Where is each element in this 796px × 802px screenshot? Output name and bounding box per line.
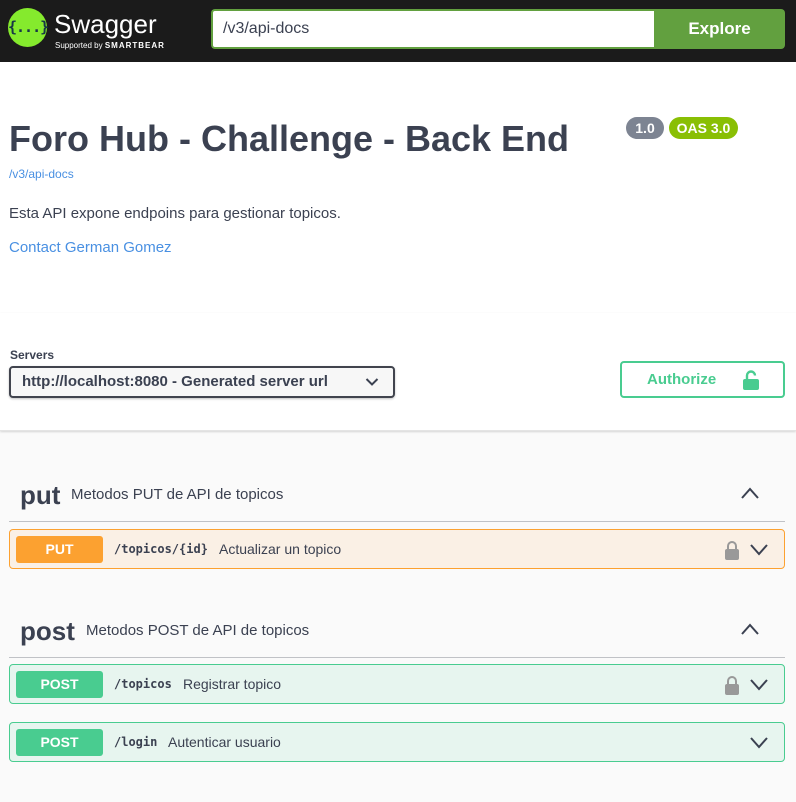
- chevron-down-icon[interactable]: [749, 678, 769, 691]
- version-badge: 1.0: [626, 117, 664, 139]
- logo-sub-prefix: Supported by: [55, 41, 103, 50]
- tag-header-put[interactable]: put Metodos PUT de API de topicos: [9, 466, 785, 522]
- chevron-down-icon[interactable]: [749, 736, 769, 749]
- operation-path: /topicos/{id}: [114, 542, 208, 556]
- chevron-down-icon[interactable]: [749, 543, 769, 556]
- chevron-up-icon[interactable]: [740, 622, 760, 636]
- tag-name: post: [20, 616, 75, 646]
- tag-header-post[interactable]: post Metodos POST de API de topicos: [9, 602, 785, 658]
- method-badge: POST: [16, 671, 103, 698]
- chevron-up-icon[interactable]: [740, 486, 760, 500]
- operation-path: /topicos: [114, 677, 172, 691]
- tag-name: put: [20, 480, 61, 510]
- operation-summary: Autenticar usuario: [168, 734, 281, 750]
- operation-path: /login: [114, 735, 158, 749]
- swagger-logo-icon[interactable]: {...}: [8, 8, 49, 47]
- method-badge: PUT: [16, 536, 103, 563]
- authorize-label: Authorize: [647, 371, 717, 388]
- api-url-input[interactable]: [211, 9, 656, 49]
- server-select-value: http://localhost:8080 - Generated server…: [22, 373, 328, 390]
- api-description: Esta API expone endpoins para gestionar …: [9, 205, 341, 222]
- scheme-container: Servers http://localhost:8080 - Generate…: [0, 313, 796, 431]
- chevron-down-icon: [365, 378, 379, 386]
- server-select[interactable]: http://localhost:8080 - Generated server…: [9, 366, 395, 398]
- logo-subtitle: Supported by SMARTBEAR: [55, 41, 165, 51]
- lock-icon[interactable]: [724, 675, 740, 695]
- operation-put-topicos-id[interactable]: PUT /topicos/{id} Actualizar un topico: [9, 529, 785, 569]
- operation-summary: Registrar topico: [183, 676, 282, 692]
- servers-label: Servers: [10, 348, 55, 362]
- authorize-button[interactable]: Authorize: [620, 361, 785, 398]
- contact-link[interactable]: Contact German Gomez: [9, 239, 172, 256]
- logo-sub-brand: SMARTBEAR: [104, 41, 165, 50]
- tag-description: Metodos POST de API de topicos: [86, 622, 310, 639]
- logo-text: Swagger: [54, 9, 157, 39]
- page-title: Foro Hub - Challenge - Back End: [9, 118, 570, 159]
- operation-post-login[interactable]: POST /login Autenticar usuario: [9, 722, 785, 762]
- operation-summary: Actualizar un topico: [219, 541, 342, 557]
- logo-glyph: {...}: [8, 18, 49, 36]
- topbar: {...} Swagger Supported by SMARTBEAR Exp…: [0, 0, 796, 62]
- api-info: Foro Hub - Challenge - Back End 1.0 OAS …: [0, 62, 796, 314]
- oas-badge: OAS 3.0: [669, 117, 738, 139]
- operation-post-topicos[interactable]: POST /topicos Registrar topico: [9, 664, 785, 704]
- explore-button[interactable]: Explore: [654, 9, 785, 49]
- tag-description: Metodos PUT de API de topicos: [71, 486, 284, 503]
- lock-icon[interactable]: [724, 540, 740, 560]
- lock-open-icon: [743, 370, 759, 390]
- api-docs-link[interactable]: /v3/api-docs: [9, 167, 74, 181]
- method-badge: POST: [16, 729, 103, 756]
